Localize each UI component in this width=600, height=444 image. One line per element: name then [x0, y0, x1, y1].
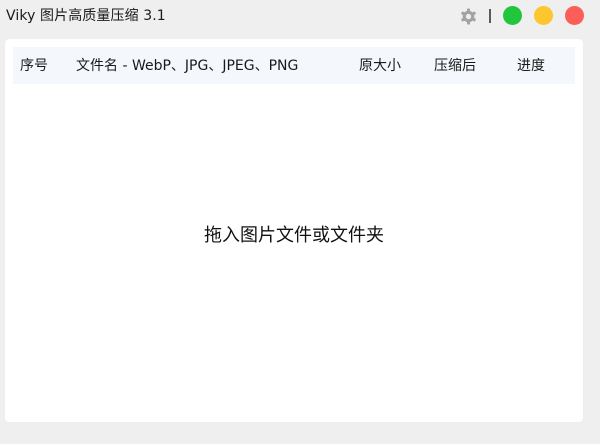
- title-divider: [489, 9, 491, 23]
- column-header-progress[interactable]: 进度: [517, 57, 545, 75]
- main-panel: 序号 文件名 - WebP、JPG、JPEG、PNG 原大小 压缩后 进度 拖入…: [5, 39, 583, 422]
- drop-hint: 拖入图片文件或文件夹: [204, 225, 384, 246]
- window-green-button[interactable]: [503, 6, 522, 25]
- table-header: 序号 文件名 - WebP、JPG、JPEG、PNG 原大小 压缩后 进度: [13, 47, 575, 84]
- gear-icon[interactable]: [459, 7, 478, 26]
- column-header-filename[interactable]: 文件名 - WebP、JPG、JPEG、PNG: [76, 57, 298, 75]
- column-header-original-size[interactable]: 原大小: [359, 57, 401, 75]
- title-bar[interactable]: Viky 图片高质量压缩 3.1: [0, 0, 600, 34]
- drop-zone[interactable]: 拖入图片文件或文件夹: [13, 84, 575, 414]
- window-minimize-button[interactable]: [534, 6, 553, 25]
- window-close-button[interactable]: [565, 6, 584, 25]
- column-header-index[interactable]: 序号: [20, 57, 48, 75]
- window-title: Viky 图片高质量压缩 3.1: [6, 8, 166, 24]
- column-header-compressed-size[interactable]: 压缩后: [434, 57, 476, 75]
